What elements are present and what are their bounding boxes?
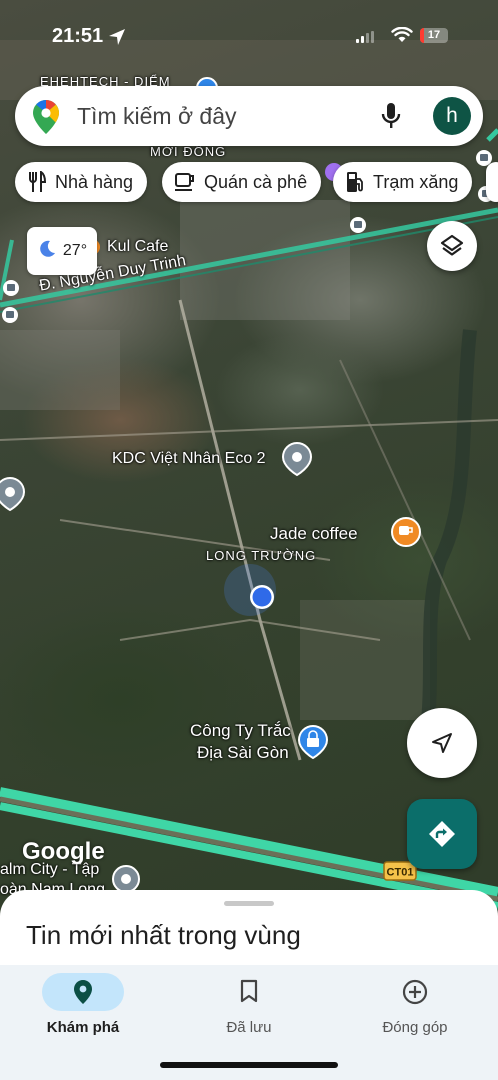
- google-attribution-logo: Google: [22, 838, 105, 865]
- my-location-button[interactable]: [407, 708, 477, 778]
- map-label-cong-ty-line1[interactable]: Công Ty Trắc: [190, 721, 291, 741]
- add-circle-icon: [332, 979, 498, 1005]
- nav-explore-label: Khám phá: [46, 1019, 120, 1036]
- nav-contribute-label: Đóng góp: [382, 1019, 448, 1036]
- chip-label: Trạm xăng: [373, 171, 459, 192]
- map-label-kdc[interactable]: KDC Việt Nhân Eco 2: [112, 450, 266, 468]
- battery-level: 17: [427, 29, 441, 41]
- layers-icon: [440, 234, 464, 256]
- map-label-long-truong: LONG TRƯỜNG: [206, 548, 317, 563]
- account-avatar[interactable]: h: [433, 97, 471, 135]
- chip-gas-station[interactable]: Trạm xăng: [333, 162, 473, 202]
- explore-pin-icon: [0, 979, 166, 1005]
- microphone-icon[interactable]: [381, 102, 401, 130]
- weather-badge[interactable]: 27°: [27, 227, 97, 275]
- search-bar[interactable]: Tìm kiếm ở đây h: [15, 86, 483, 146]
- chip-label: Nhà hàng: [55, 171, 134, 192]
- moon-icon: [37, 239, 57, 264]
- wifi-icon: [391, 27, 413, 42]
- bookmark-icon: [166, 979, 332, 1003]
- cellular-signal-icon: [356, 31, 374, 43]
- home-indicator[interactable]: [160, 1062, 338, 1068]
- coffee-cup-icon: [174, 172, 196, 192]
- map-label-moi-dong: MỚI ĐÔNG: [150, 144, 227, 159]
- search-input[interactable]: Tìm kiếm ở đây: [77, 103, 237, 130]
- gas-station-icon: [345, 171, 365, 193]
- map-label-jade-coffee[interactable]: Jade coffee: [270, 524, 358, 544]
- google-maps-logo-icon: [33, 100, 59, 134]
- chip-label: Quán cà phê: [204, 171, 308, 192]
- chip-more[interactable]: [486, 162, 498, 202]
- weather-temperature: 27°: [62, 242, 88, 259]
- navigation-arrow-icon: [432, 733, 452, 753]
- nav-contribute[interactable]: Đóng góp: [332, 965, 498, 1045]
- directions-icon: [429, 821, 455, 847]
- fork-knife-icon: [27, 171, 47, 193]
- layers-button[interactable]: [427, 221, 477, 271]
- nav-explore[interactable]: Khám phá: [0, 965, 166, 1045]
- sheet-drag-handle[interactable]: [224, 901, 274, 906]
- map-label-kul-cafe[interactable]: Kul Cafe: [107, 238, 168, 256]
- chip-coffee[interactable]: Quán cà phê: [162, 162, 322, 202]
- directions-button[interactable]: [407, 799, 477, 869]
- status-bar: 21:51 17: [0, 0, 498, 72]
- highway-shield-label: CT01: [387, 867, 414, 879]
- status-time: 21:51: [52, 25, 104, 47]
- nav-saved[interactable]: Đã lưu: [166, 965, 332, 1045]
- map-label-cong-ty-line2[interactable]: Địa Sài Gòn: [197, 743, 289, 763]
- chip-restaurants[interactable]: Nhà hàng: [15, 162, 148, 202]
- battery-icon: 17: [420, 28, 448, 43]
- sheet-title: Tin mới nhất trong vùng: [26, 920, 301, 950]
- nav-saved-label: Đã lưu: [226, 1019, 272, 1036]
- location-services-icon: [109, 29, 125, 45]
